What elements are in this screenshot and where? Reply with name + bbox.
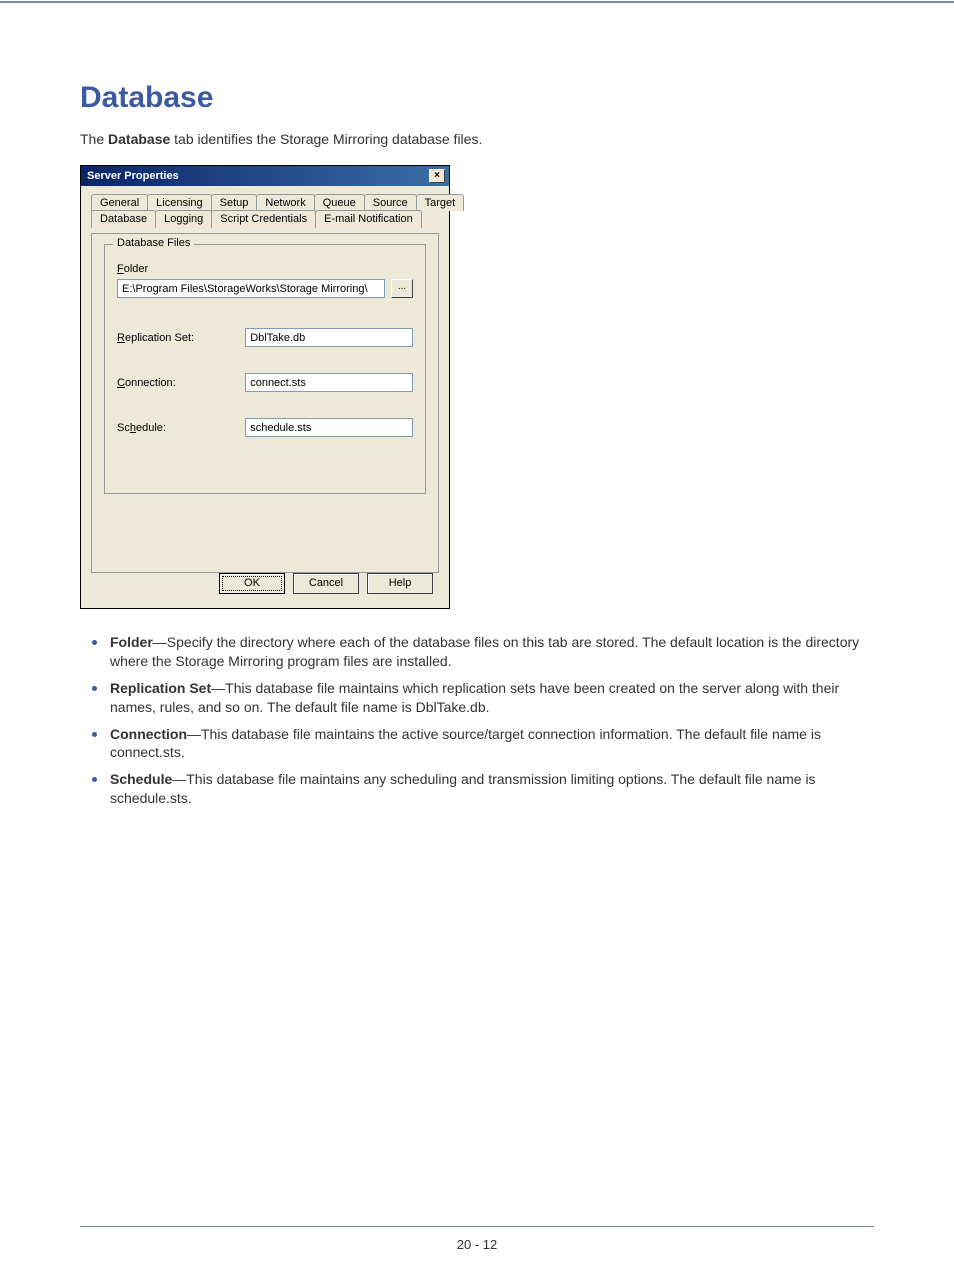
- term-text: —This database file maintains which repl…: [110, 680, 839, 715]
- group-legend: Database Files: [113, 237, 194, 249]
- intro-bold: Database: [108, 131, 170, 147]
- connection-input[interactable]: [245, 373, 413, 392]
- list-item: Schedule—This database file maintains an…: [110, 770, 874, 808]
- tab-setup[interactable]: Setup: [211, 194, 258, 211]
- dialog-title: Server Properties: [87, 170, 179, 182]
- term: Replication Set: [110, 680, 211, 696]
- help-button[interactable]: Help: [367, 573, 433, 594]
- tab-general[interactable]: General: [91, 194, 148, 211]
- replication-set-label: Replication Set:: [117, 332, 245, 344]
- tab-queue[interactable]: Queue: [314, 194, 365, 211]
- replication-set-input[interactable]: [245, 328, 413, 347]
- term: Schedule: [110, 771, 172, 787]
- page-title: Database: [80, 81, 874, 115]
- intro-pre: The: [80, 131, 108, 147]
- connection-label: Connection:: [117, 377, 245, 389]
- intro-text: The Database tab identifies the Storage …: [80, 131, 874, 147]
- term: Folder: [110, 634, 153, 650]
- browse-button[interactable]: ...: [391, 279, 413, 298]
- intro-post: tab identifies the Storage Mirroring dat…: [170, 131, 482, 147]
- term-text: —This database file maintains any schedu…: [110, 771, 816, 806]
- term-text: —Specify the directory where each of the…: [110, 634, 859, 669]
- dialog-titlebar: Server Properties ×: [81, 166, 449, 186]
- term: Connection: [110, 726, 187, 742]
- list-item: Replication Set—This database file maint…: [110, 679, 874, 717]
- server-properties-dialog: Server Properties × General Licensing Se…: [80, 165, 450, 609]
- cancel-button[interactable]: Cancel: [293, 573, 359, 594]
- tab-pane: Database Files Folder ... Replication Se…: [91, 233, 439, 573]
- tab-logging[interactable]: Logging: [155, 210, 212, 228]
- database-files-group: Database Files Folder ... Replication Se…: [104, 244, 426, 494]
- tab-network[interactable]: Network: [256, 194, 314, 211]
- folder-input[interactable]: [117, 279, 385, 298]
- tab-target[interactable]: Target: [416, 194, 465, 211]
- close-icon[interactable]: ×: [429, 169, 445, 183]
- tab-source[interactable]: Source: [364, 194, 417, 211]
- tab-email-notification[interactable]: E-mail Notification: [315, 210, 422, 228]
- schedule-label: Schedule:: [117, 422, 245, 434]
- schedule-input[interactable]: [245, 418, 413, 437]
- tab-script-credentials[interactable]: Script Credentials: [211, 210, 316, 228]
- folder-label: Folder: [117, 263, 413, 275]
- list-item: Connection—This database file maintains …: [110, 725, 874, 763]
- tab-strip: General Licensing Setup Network Queue So…: [91, 194, 439, 228]
- description-list: Folder—Specify the directory where each …: [80, 633, 874, 808]
- tab-database[interactable]: Database: [91, 210, 156, 228]
- term-text: —This database file maintains the active…: [110, 726, 821, 761]
- tab-licensing[interactable]: Licensing: [147, 194, 211, 211]
- list-item: Folder—Specify the directory where each …: [110, 633, 874, 671]
- ok-button[interactable]: OK: [219, 573, 285, 594]
